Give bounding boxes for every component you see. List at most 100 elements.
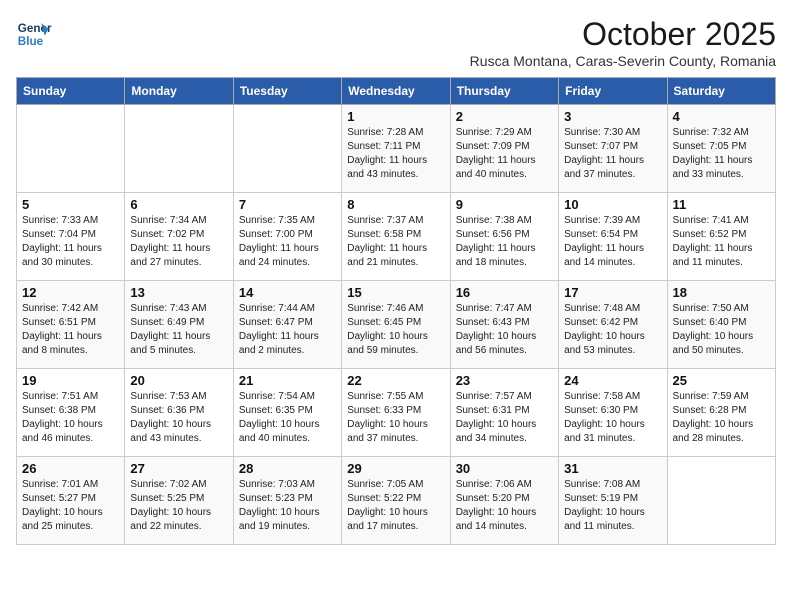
calendar-cell: 5 Sunrise: 7:33 AM Sunset: 7:04 PM Daylig… bbox=[17, 193, 125, 281]
calendar-cell: 27 Sunrise: 7:02 AM Sunset: 5:25 PM Dayli… bbox=[125, 457, 233, 545]
calendar-cell: 11 Sunrise: 7:41 AM Sunset: 6:52 PM Dayli… bbox=[667, 193, 775, 281]
calendar-cell: 6Sunrise: 7:34 AM Sunset: 7:02 PM Daylig… bbox=[125, 193, 233, 281]
logo: General Blue bbox=[16, 16, 52, 52]
day-number: 10 bbox=[564, 197, 661, 212]
day-number: 16 bbox=[456, 285, 553, 300]
day-number: 26 bbox=[22, 461, 119, 476]
calendar-cell: 22Sunrise: 7:55 AM Sunset: 6:33 PM Dayli… bbox=[342, 369, 450, 457]
calendar-cell bbox=[17, 105, 125, 193]
day-info: Sunrise: 7:32 AM Sunset: 7:05 PM Dayligh… bbox=[673, 126, 770, 182]
day-number: 4 bbox=[673, 109, 770, 124]
day-info: Sunrise: 7:29 AM Sunset: 7:09 PM Dayligh… bbox=[456, 126, 553, 182]
calendar-table: SundayMondayTuesdayWednesdayThursdayFrid… bbox=[16, 77, 776, 545]
logo-icon: General Blue bbox=[16, 16, 52, 52]
day-info: Sunrise: 7:42 AM Sunset: 6:51 PM Dayligh… bbox=[22, 302, 119, 358]
title-block: October 2025 Rusca Montana, Caras-Severi… bbox=[470, 16, 776, 69]
day-info: Sunrise: 7:38 AM Sunset: 6:56 PM Dayligh… bbox=[456, 214, 553, 270]
day-number: 18 bbox=[673, 285, 770, 300]
day-info: Sunrise: 7:03 AM Sunset: 5:23 PM Dayligh… bbox=[239, 478, 336, 534]
day-number: 2 bbox=[456, 109, 553, 124]
weekday-header-wednesday: Wednesday bbox=[342, 78, 450, 105]
day-info: Sunrise: 7:48 AM Sunset: 6:42 PM Dayligh… bbox=[564, 302, 661, 358]
day-number: 19 bbox=[22, 373, 119, 388]
calendar-cell: 20 Sunrise: 7:53 AM Sunset: 6:36 PM Dayli… bbox=[125, 369, 233, 457]
day-number: 29 bbox=[347, 461, 444, 476]
day-number: 27 bbox=[130, 461, 227, 476]
month-title: October 2025 bbox=[470, 16, 776, 53]
calendar-cell: 30 Sunrise: 7:06 AM Sunset: 5:20 PM Dayli… bbox=[450, 457, 558, 545]
calendar-cell: 10 Sunrise: 7:39 AM Sunset: 6:54 PM Dayli… bbox=[559, 193, 667, 281]
weekday-header-friday: Friday bbox=[559, 78, 667, 105]
calendar-cell: 23 Sunrise: 7:57 AM Sunset: 6:31 PM Dayli… bbox=[450, 369, 558, 457]
day-number: 3 bbox=[564, 109, 661, 124]
day-number: 17 bbox=[564, 285, 661, 300]
location-subtitle: Rusca Montana, Caras-Severin County, Rom… bbox=[470, 53, 776, 69]
calendar-cell: 17 Sunrise: 7:48 AM Sunset: 6:42 PM Dayli… bbox=[559, 281, 667, 369]
day-number: 25 bbox=[673, 373, 770, 388]
calendar-cell bbox=[667, 457, 775, 545]
day-info: Sunrise: 7:01 AM Sunset: 5:27 PM Dayligh… bbox=[22, 478, 119, 534]
weekday-header-saturday: Saturday bbox=[667, 78, 775, 105]
calendar-cell: 15Sunrise: 7:46 AM Sunset: 6:45 PM Dayli… bbox=[342, 281, 450, 369]
calendar-cell: 25 Sunrise: 7:59 AM Sunset: 6:28 PM Dayli… bbox=[667, 369, 775, 457]
svg-text:Blue: Blue bbox=[18, 35, 44, 48]
day-number: 11 bbox=[673, 197, 770, 212]
calendar-week-row: 19 Sunrise: 7:51 AM Sunset: 6:38 PM Dayli… bbox=[17, 369, 776, 457]
day-number: 15 bbox=[347, 285, 444, 300]
day-info: Sunrise: 7:43 AM Sunset: 6:49 PM Dayligh… bbox=[130, 302, 227, 358]
day-info: Sunrise: 7:33 AM Sunset: 7:04 PM Dayligh… bbox=[22, 214, 119, 270]
calendar-cell: 12 Sunrise: 7:42 AM Sunset: 6:51 PM Dayli… bbox=[17, 281, 125, 369]
day-info: Sunrise: 7:34 AM Sunset: 7:02 PM Dayligh… bbox=[130, 214, 227, 270]
day-number: 14 bbox=[239, 285, 336, 300]
calendar-cell: 26 Sunrise: 7:01 AM Sunset: 5:27 PM Dayli… bbox=[17, 457, 125, 545]
weekday-header-row: SundayMondayTuesdayWednesdayThursdayFrid… bbox=[17, 78, 776, 105]
weekday-header-monday: Monday bbox=[125, 78, 233, 105]
calendar-week-row: 26 Sunrise: 7:01 AM Sunset: 5:27 PM Dayli… bbox=[17, 457, 776, 545]
calendar-cell: 2 Sunrise: 7:29 AM Sunset: 7:09 PM Daylig… bbox=[450, 105, 558, 193]
day-info: Sunrise: 7:54 AM Sunset: 6:35 PM Dayligh… bbox=[239, 390, 336, 446]
day-number: 1 bbox=[347, 109, 444, 124]
calendar-cell: 7 Sunrise: 7:35 AM Sunset: 7:00 PM Daylig… bbox=[233, 193, 341, 281]
day-number: 22 bbox=[347, 373, 444, 388]
day-info: Sunrise: 7:57 AM Sunset: 6:31 PM Dayligh… bbox=[456, 390, 553, 446]
day-number: 21 bbox=[239, 373, 336, 388]
calendar-week-row: 1 Sunrise: 7:28 AM Sunset: 7:11 PM Daylig… bbox=[17, 105, 776, 193]
day-number: 9 bbox=[456, 197, 553, 212]
calendar-cell: 28 Sunrise: 7:03 AM Sunset: 5:23 PM Dayli… bbox=[233, 457, 341, 545]
day-info: Sunrise: 7:51 AM Sunset: 6:38 PM Dayligh… bbox=[22, 390, 119, 446]
calendar-cell: 9 Sunrise: 7:38 AM Sunset: 6:56 PM Daylig… bbox=[450, 193, 558, 281]
day-number: 20 bbox=[130, 373, 227, 388]
day-number: 23 bbox=[456, 373, 553, 388]
day-info: Sunrise: 7:50 AM Sunset: 6:40 PM Dayligh… bbox=[673, 302, 770, 358]
calendar-cell: 3Sunrise: 7:30 AM Sunset: 7:07 PM Daylig… bbox=[559, 105, 667, 193]
calendar-cell: 13Sunrise: 7:43 AM Sunset: 6:49 PM Dayli… bbox=[125, 281, 233, 369]
calendar-week-row: 12 Sunrise: 7:42 AM Sunset: 6:51 PM Dayli… bbox=[17, 281, 776, 369]
calendar-cell: 31Sunrise: 7:08 AM Sunset: 5:19 PM Dayli… bbox=[559, 457, 667, 545]
calendar-cell: 16 Sunrise: 7:47 AM Sunset: 6:43 PM Dayli… bbox=[450, 281, 558, 369]
day-number: 8 bbox=[347, 197, 444, 212]
day-number: 31 bbox=[564, 461, 661, 476]
calendar-cell: 24 Sunrise: 7:58 AM Sunset: 6:30 PM Dayli… bbox=[559, 369, 667, 457]
calendar-cell: 8 Sunrise: 7:37 AM Sunset: 6:58 PM Daylig… bbox=[342, 193, 450, 281]
day-number: 5 bbox=[22, 197, 119, 212]
day-number: 30 bbox=[456, 461, 553, 476]
calendar-cell: 1 Sunrise: 7:28 AM Sunset: 7:11 PM Daylig… bbox=[342, 105, 450, 193]
day-number: 24 bbox=[564, 373, 661, 388]
day-info: Sunrise: 7:47 AM Sunset: 6:43 PM Dayligh… bbox=[456, 302, 553, 358]
day-info: Sunrise: 7:59 AM Sunset: 6:28 PM Dayligh… bbox=[673, 390, 770, 446]
day-info: Sunrise: 7:53 AM Sunset: 6:36 PM Dayligh… bbox=[130, 390, 227, 446]
day-number: 12 bbox=[22, 285, 119, 300]
day-info: Sunrise: 7:02 AM Sunset: 5:25 PM Dayligh… bbox=[130, 478, 227, 534]
day-info: Sunrise: 7:06 AM Sunset: 5:20 PM Dayligh… bbox=[456, 478, 553, 534]
day-info: Sunrise: 7:41 AM Sunset: 6:52 PM Dayligh… bbox=[673, 214, 770, 270]
day-info: Sunrise: 7:28 AM Sunset: 7:11 PM Dayligh… bbox=[347, 126, 444, 182]
calendar-cell bbox=[233, 105, 341, 193]
day-info: Sunrise: 7:35 AM Sunset: 7:00 PM Dayligh… bbox=[239, 214, 336, 270]
calendar-cell: 18 Sunrise: 7:50 AM Sunset: 6:40 PM Dayli… bbox=[667, 281, 775, 369]
day-info: Sunrise: 7:37 AM Sunset: 6:58 PM Dayligh… bbox=[347, 214, 444, 270]
day-info: Sunrise: 7:39 AM Sunset: 6:54 PM Dayligh… bbox=[564, 214, 661, 270]
day-number: 7 bbox=[239, 197, 336, 212]
day-info: Sunrise: 7:58 AM Sunset: 6:30 PM Dayligh… bbox=[564, 390, 661, 446]
day-number: 28 bbox=[239, 461, 336, 476]
weekday-header-sunday: Sunday bbox=[17, 78, 125, 105]
